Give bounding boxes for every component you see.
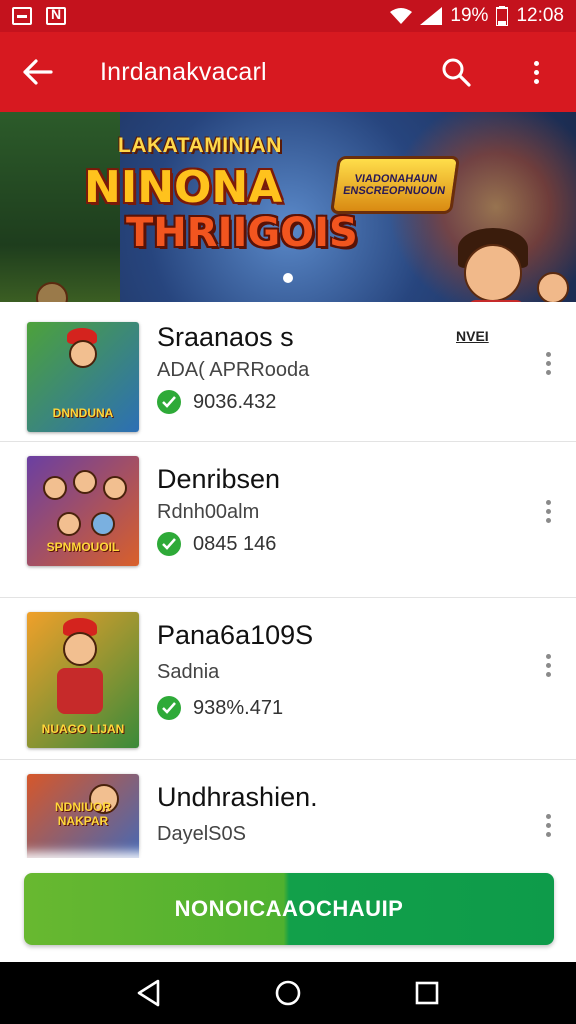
primary-action-button[interactable]: NONOICAAOCHAUIP: [24, 873, 554, 945]
n-app-notification-icon: [46, 6, 66, 25]
gallery-notification-icon: [12, 7, 32, 25]
cta-container: NONOICAAOCHAUIP: [0, 858, 576, 962]
installed-check-icon: [157, 696, 181, 720]
search-button[interactable]: [416, 32, 496, 112]
banner-title-line2: THRIIGOIS: [126, 210, 358, 256]
clock: 12:08: [516, 5, 564, 26]
game-thumbnail: NUAGO LIJAN: [27, 612, 139, 748]
nav-recents-icon: [415, 981, 438, 1005]
installed-check-icon: [157, 390, 181, 414]
system-nav-bar: [0, 962, 576, 1024]
game-subtitle: Sadnia: [157, 661, 220, 683]
banner-title-line1: NINONA: [84, 162, 283, 213]
thumbnail-label: DNNDUNA: [52, 406, 114, 420]
game-title: Sraanaos s: [157, 322, 294, 352]
back-button[interactable]: [0, 32, 76, 112]
banner-badge: VIADONAHAUN ENSCREOPNUOUN: [329, 156, 461, 214]
banner-badge-text: VIADONAHAUN ENSCREOPNUOUN: [342, 173, 447, 197]
list-item[interactable]: NUAGO LIJAN Pana6a109S Sadnia 938%.471: [0, 598, 576, 760]
game-title: Denribsen: [157, 464, 281, 494]
nav-recents-button[interactable]: [397, 963, 457, 1023]
game-meta: 938%.471: [193, 696, 284, 719]
game-title: Pana6a109S: [157, 620, 314, 650]
nav-home-icon: [275, 980, 301, 1006]
back-arrow-icon: [23, 59, 53, 85]
overflow-menu-button[interactable]: [496, 32, 576, 112]
list-item[interactable]: SPNMOUOIL Denribsen Rdnh00alm 0845 146: [0, 442, 576, 598]
more-vert-icon: [533, 60, 539, 84]
status-bar: 19% 12:08: [0, 0, 576, 32]
thumbnail-label: NUAGO LIJAN: [41, 722, 125, 736]
carousel-indicator[interactable]: [283, 273, 293, 283]
thumbnail-label: SPNMOUOIL: [46, 540, 120, 554]
game-title: Undhrashien.: [157, 782, 318, 812]
battery-icon: [496, 6, 509, 26]
nav-back-button[interactable]: [119, 963, 179, 1023]
game-subtitle: DayelS0S: [157, 823, 246, 845]
nav-back-icon: [138, 979, 160, 1007]
row-menu-button[interactable]: [538, 500, 558, 530]
promo-banner[interactable]: LAKATAMINIAN NINONA THRIIGOIS VIADONAHAU…: [0, 112, 576, 302]
battery-percent: 19%: [450, 5, 489, 26]
row-menu-button[interactable]: [538, 814, 558, 844]
row-menu-button[interactable]: [538, 654, 558, 684]
game-meta: 9036.432: [193, 390, 277, 413]
game-thumbnail: SPNMOUOIL: [27, 456, 139, 566]
game-tag: NVEI: [456, 328, 489, 344]
thumbnail-label: NDNIUOR NAKPAR: [55, 800, 111, 828]
row-menu-button[interactable]: [538, 352, 558, 382]
game-subtitle: ADA( APRRooda: [157, 359, 310, 381]
game-meta: 0845 146: [193, 532, 277, 555]
nav-home-button[interactable]: [258, 963, 318, 1023]
cell-signal-icon: [420, 7, 443, 25]
list-item[interactable]: DNNDUNA Sraanaos s ADA( APRRooda 9036.43…: [0, 302, 576, 442]
installed-check-icon: [157, 532, 181, 556]
search-icon: [442, 58, 471, 87]
banner-subtitle: LAKATAMINIAN: [118, 134, 282, 157]
list-item[interactable]: NDNIUOR NAKPAR Undhrashien. DayelS0S: [0, 760, 576, 874]
app-bar: Inrdanakvacarl: [0, 32, 576, 112]
game-list: DNNDUNA Sraanaos s ADA( APRRooda 9036.43…: [0, 302, 576, 874]
page-title: Inrdanakvacarl: [100, 57, 267, 86]
wifi-icon: [390, 8, 413, 24]
game-subtitle: Rdnh00alm: [157, 501, 260, 523]
game-thumbnail: DNNDUNA: [27, 322, 139, 432]
